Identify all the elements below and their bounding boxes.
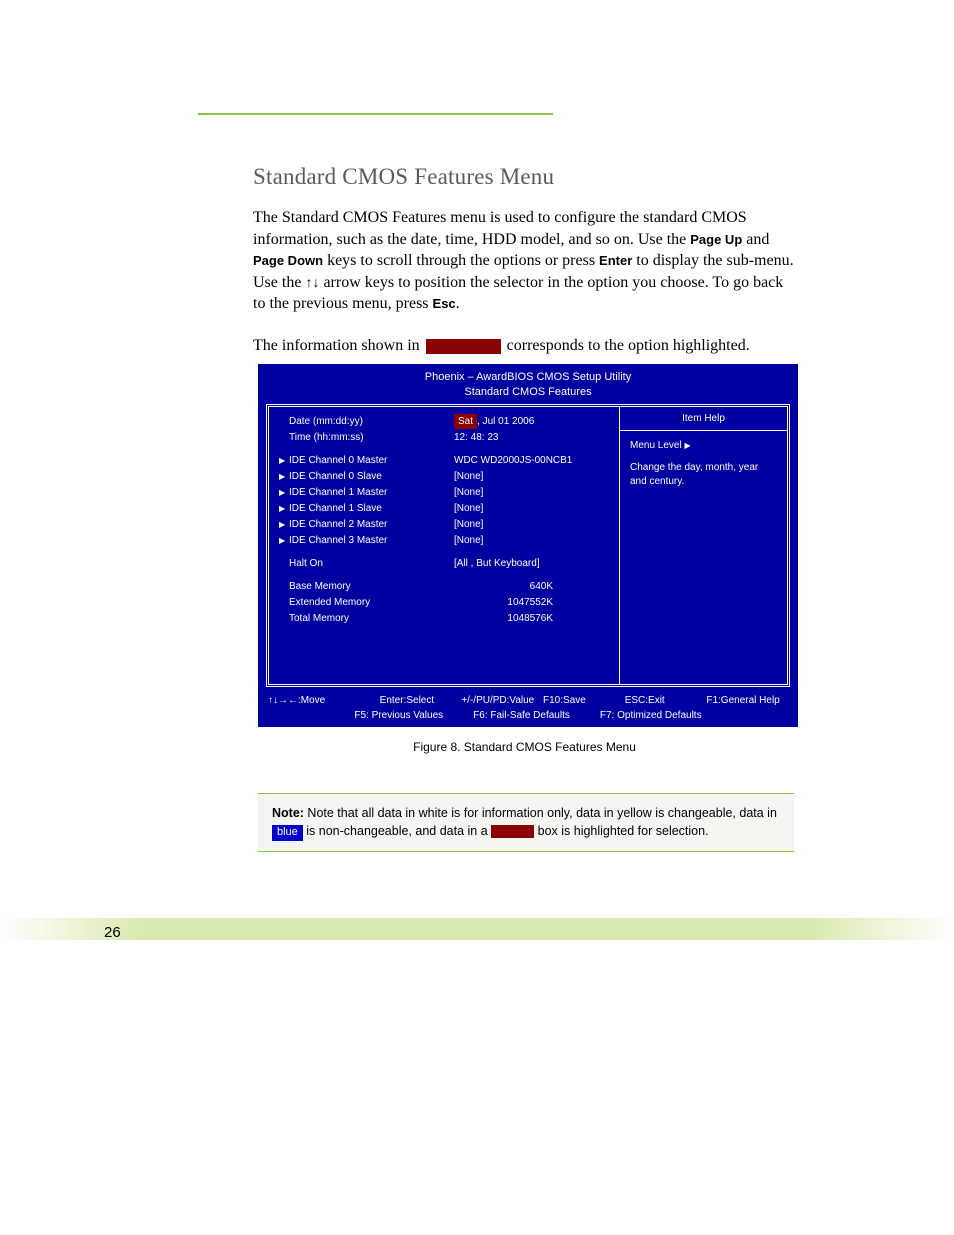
note-label: Note: [272, 806, 304, 820]
bf-value: +/-/PU/PD:Value [461, 693, 543, 708]
bios-date-value: Sat, Jul 01 2006 [454, 414, 613, 429]
triangle-right-icon: ▶ [279, 519, 289, 531]
arrows-icon: ↑↓ [305, 274, 319, 290]
blue-chip: blue [272, 825, 303, 841]
bios-time-row: Time (hh:mm:ss) 12: 48: 23 [279, 430, 613, 445]
p1-a: The Standard CMOS Features menu is used … [253, 209, 747, 248]
triangle-right-icon: ▶ [279, 487, 289, 499]
bios-time-value: 12: 48: 23 [454, 430, 613, 445]
bios-date-row: Date (mm:dd:yy) Sat, Jul 01 2006 [279, 414, 613, 429]
red-chip [491, 825, 534, 838]
bf-failsafe: F6: Fail-Safe Defaults [473, 708, 570, 723]
bios-halt-value: [All , But Keyboard] [454, 556, 613, 571]
bios-base-label: Base Memory [289, 579, 454, 594]
bios-help-text: Change the day, month, year and century. [630, 461, 777, 489]
bios-ide-row: ▶IDE Channel 0 MasterWDC WD2000JS-00NCB1 [279, 453, 613, 468]
bios-ide-value: [None] [454, 469, 613, 484]
key-enter: Enter [599, 253, 632, 268]
paragraph-2: The information shown in corresponds to … [253, 335, 796, 357]
bios-ide-row: ▶IDE Channel 1 Slave[None] [279, 501, 613, 516]
bf-exit: ESC:Exit [625, 693, 707, 708]
p2-b: corresponds to the option highlighted. [503, 337, 750, 354]
bios-base-value: 640K [454, 579, 613, 594]
p1-f: . [456, 295, 460, 312]
triangle-right-icon: ▶ [279, 471, 289, 483]
bios-screenshot: Phoenix – AwardBIOS CMOS Setup Utility S… [258, 364, 798, 727]
bf-help: F1:General Help [706, 693, 788, 708]
bios-ide-value: [None] [454, 485, 613, 500]
bios-ide-row: ▶IDE Channel 1 Master[None] [279, 485, 613, 500]
p2-a: The information shown in [253, 337, 424, 354]
bios-menu-level-text: Menu Level [630, 440, 684, 451]
bios-ide-label: IDE Channel 1 Master [289, 485, 454, 500]
bios-date-label: Date (mm:dd:yy) [289, 414, 454, 429]
bios-total-row: Total Memory 1048576K [279, 611, 613, 626]
bios-total-label: Total Memory [289, 611, 454, 626]
bios-title-line1: Phoenix – AwardBIOS CMOS Setup Utility [258, 370, 798, 385]
bios-ide-row: ▶IDE Channel 0 Slave[None] [279, 469, 613, 484]
p1-e: arrow keys to position the selector in t… [253, 274, 783, 313]
key-esc: Esc [433, 296, 456, 311]
bios-ide-value: [None] [454, 517, 613, 532]
bios-ide-label: IDE Channel 0 Slave [289, 469, 454, 484]
bios-left-pane: Date (mm:dd:yy) Sat, Jul 01 2006 Time (h… [269, 407, 619, 684]
bios-ide-label: IDE Channel 0 Master [289, 453, 454, 468]
bios-inner-frame: Date (mm:dd:yy) Sat, Jul 01 2006 Time (h… [266, 404, 790, 687]
bios-footer: ↑↓→← :Move Enter:Select +/-/PU/PD:Value … [268, 693, 788, 723]
item-help-highlight [426, 339, 501, 354]
bios-ide-value: WDC WD2000JS-00NCB1 [454, 453, 613, 468]
bios-ide-label: IDE Channel 2 Master [289, 517, 454, 532]
note-t2: is non-changeable, and data in a [303, 824, 491, 838]
section-heading: Standard CMOS Features Menu [253, 164, 554, 190]
bios-ide-row: ▶IDE Channel 2 Master[None] [279, 517, 613, 532]
bios-halt-label: Halt On [289, 556, 454, 571]
bios-right-header: Item Help [620, 407, 787, 431]
note-box: Note: Note that all data in white is for… [258, 793, 794, 852]
bios-title: Phoenix – AwardBIOS CMOS Setup Utility S… [258, 364, 798, 400]
bios-right-pane: Item Help Menu Level ▶ Change the day, m… [619, 407, 787, 684]
triangle-right-icon: ▶ [684, 441, 690, 450]
top-divider [198, 113, 553, 115]
note-t1: Note that all data in white is for infor… [304, 806, 777, 820]
bios-ext-row: Extended Memory 1047552K [279, 595, 613, 610]
bios-ide-row: ▶IDE Channel 3 Master[None] [279, 533, 613, 548]
bios-date-week: Sat [454, 414, 477, 429]
paragraph-1: The Standard CMOS Features menu is used … [253, 207, 796, 315]
bios-time-label: Time (hh:mm:ss) [289, 430, 454, 445]
bios-title-line2: Standard CMOS Features [258, 385, 798, 400]
key-page-down: Page Down [253, 253, 323, 268]
bf-optimized: F7: Optimized Defaults [600, 708, 702, 723]
p1-b: and [742, 231, 769, 248]
bios-base-row: Base Memory 640K [279, 579, 613, 594]
key-page-up: Page Up [690, 232, 742, 247]
bios-footer-row2: F5: Previous Values F6: Fail-Safe Defaul… [268, 708, 788, 723]
arrows-nav-icon: ↑↓→← [268, 693, 298, 708]
bf-enter: Enter:Select [380, 693, 462, 708]
bios-ide-value: [None] [454, 501, 613, 516]
note-t3: box is highlighted for selection. [534, 824, 708, 838]
bios-footer-row1: ↑↓→← :Move Enter:Select +/-/PU/PD:Value … [268, 693, 788, 708]
p1-c: keys to scroll through the options or pr… [323, 252, 599, 269]
bf-save: F10:Save [543, 693, 625, 708]
bios-ide-label: IDE Channel 3 Master [289, 533, 454, 548]
bios-menu-level: Menu Level ▶ [630, 439, 777, 453]
bios-ext-label: Extended Memory [289, 595, 454, 610]
triangle-right-icon: ▶ [279, 503, 289, 515]
bf-move: :Move [298, 693, 380, 708]
bios-halt-row: Halt On [All , But Keyboard] [279, 556, 613, 571]
bf-prev: F5: Previous Values [354, 708, 443, 723]
bios-total-value: 1048576K [454, 611, 613, 626]
footer-band [0, 918, 954, 940]
bios-ext-value: 1047552K [454, 595, 613, 610]
bios-ide-label: IDE Channel 1 Slave [289, 501, 454, 516]
figure-caption: Figure 8. Standard CMOS Features Menu [253, 740, 796, 754]
bios-right-body: Menu Level ▶ Change the day, month, year… [620, 431, 787, 497]
page-number: 26 [104, 924, 121, 941]
bios-date-rest: , Jul 01 2006 [477, 416, 534, 427]
bios-ide-value: [None] [454, 533, 613, 548]
triangle-right-icon: ▶ [279, 455, 289, 467]
triangle-right-icon: ▶ [279, 535, 289, 547]
